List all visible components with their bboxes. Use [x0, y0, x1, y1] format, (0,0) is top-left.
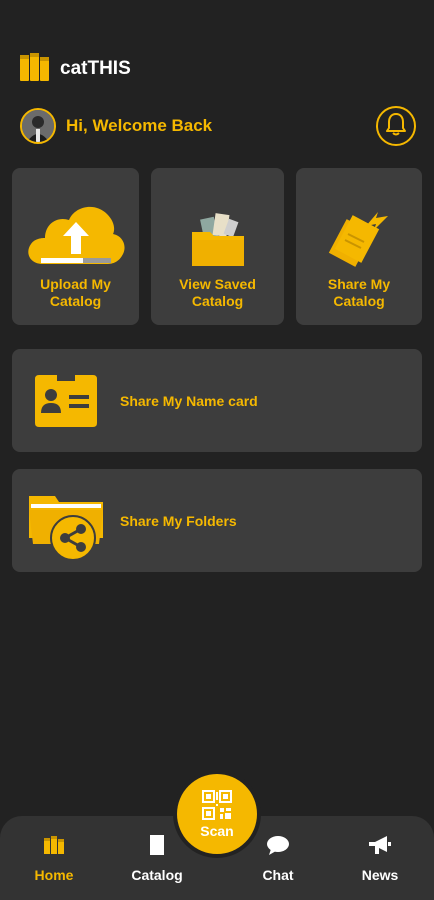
folder-open-icon: [188, 178, 248, 270]
view-saved-catalog-tile[interactable]: View Saved Catalog: [151, 168, 284, 325]
welcome-row: Hi, Welcome Back: [20, 106, 416, 146]
name-card-icon: [12, 373, 120, 429]
home-books-icon: [43, 834, 65, 859]
share-folders-label: Share My Folders: [120, 512, 237, 529]
brand-title: catTHIS: [60, 58, 131, 79]
share-name-card-button[interactable]: Share My Name card: [12, 349, 422, 452]
cloud-upload-icon: [23, 178, 129, 270]
share-name-card-label: Share My Name card: [120, 392, 258, 409]
nav-catalog[interactable]: Catalog: [117, 834, 197, 883]
nav-news-label: News: [361, 867, 399, 883]
share-folders-button[interactable]: Share My Folders: [12, 469, 422, 572]
chat-bubble-icon: [266, 834, 290, 859]
bell-icon: [385, 112, 407, 141]
view-saved-catalog-label: View Saved Catalog: [179, 276, 256, 309]
notifications-button[interactable]: [376, 106, 416, 146]
share-catalog-tile[interactable]: Share My Catalog: [296, 168, 422, 325]
nav-chat[interactable]: Chat: [238, 834, 318, 883]
nav-home-label: Home: [34, 867, 74, 883]
quick-actions: Upload My Catalog View Saved Catalog Sha: [12, 168, 422, 325]
nav-catalog-label: Catalog: [131, 867, 183, 883]
share-documents-icon: [326, 178, 392, 270]
document-icon: [148, 834, 166, 859]
share-folder-icon: [12, 482, 120, 560]
status-bar: [0, 0, 434, 34]
share-catalog-label: Share My Catalog: [327, 276, 391, 309]
scan-label: Scan: [200, 822, 234, 839]
welcome-text: Hi, Welcome Back: [66, 116, 213, 135]
brand: catTHIS: [18, 50, 131, 88]
nav-chat-label: Chat: [262, 867, 294, 883]
avatar[interactable]: [20, 108, 56, 144]
scan-button[interactable]: Scan: [177, 774, 257, 854]
nav-news[interactable]: News: [340, 834, 420, 883]
upload-catalog-tile[interactable]: Upload My Catalog: [12, 168, 139, 325]
catthis-logo-icon: [18, 49, 52, 90]
qr-code-icon: [202, 789, 232, 823]
nav-home[interactable]: Home: [14, 834, 94, 883]
upload-catalog-label: Upload My Catalog: [40, 276, 111, 309]
megaphone-icon: [367, 834, 393, 859]
